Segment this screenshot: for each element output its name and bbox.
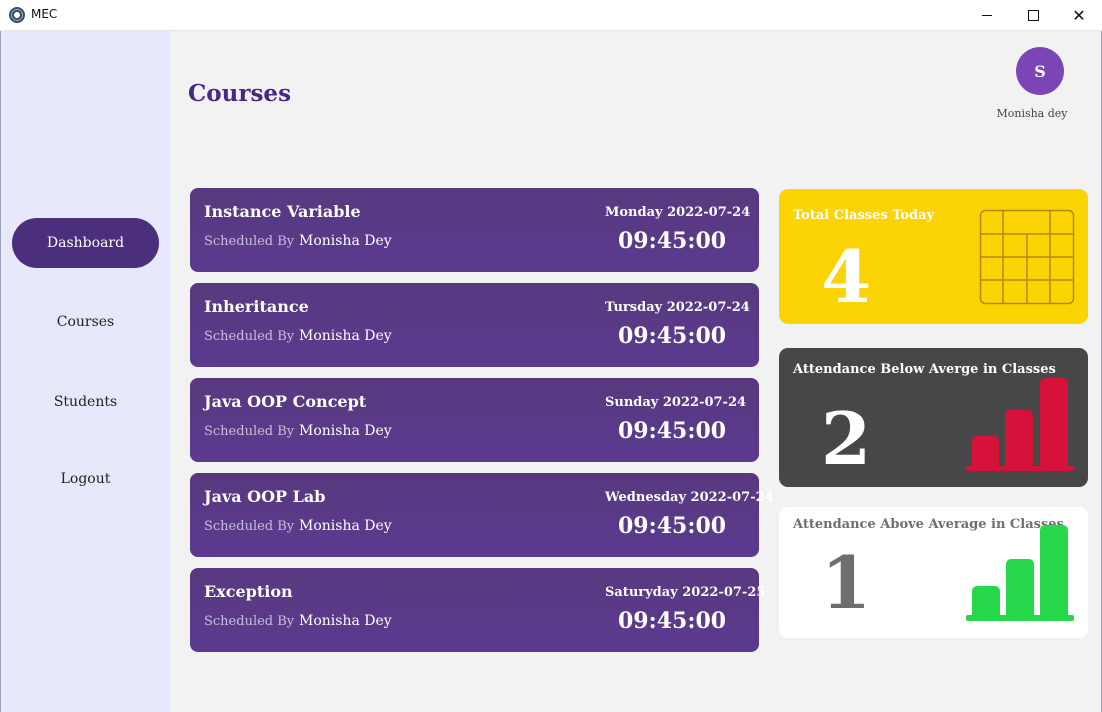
total-classes-today-card: Total Classes Today 4 — [779, 189, 1088, 324]
course-name: Exception — [204, 582, 293, 601]
course-name: Java OOP Concept — [204, 392, 367, 411]
stat-value: 4 — [821, 234, 872, 319]
course-time: 09:45:00 — [618, 513, 727, 539]
scheduled-by-label: Scheduled By — [204, 614, 295, 629]
stat-title: Total Classes Today — [793, 208, 935, 223]
scheduled-by-label: Scheduled By — [204, 424, 295, 439]
course-name: Inheritance — [204, 297, 309, 316]
course-card-instance-variable[interactable]: Instance Variable Scheduled By Monisha D… — [190, 188, 759, 272]
close-icon: ✕ — [1072, 5, 1086, 25]
stat-title: Attendance Below Averge in Classes — [793, 362, 1056, 377]
course-card-java-oop-lab[interactable]: Java OOP Lab Scheduled By Monisha Dey We… — [190, 473, 774, 557]
course-time: 09:45:00 — [618, 323, 727, 349]
user-name: Monisha dey — [996, 107, 1068, 120]
sidebar-item-logout[interactable]: Logout — [12, 454, 159, 504]
scheduled-by-name: Monisha Dey — [299, 518, 392, 534]
stat-value: 2 — [821, 396, 872, 481]
green-bar-chart-icon — [966, 525, 1074, 621]
stat-value: 1 — [821, 540, 872, 625]
course-date: Monday 2022-07-24 — [605, 205, 751, 220]
page-title: Courses — [188, 80, 292, 107]
scheduled-by-label: Scheduled By — [204, 329, 295, 344]
sidebar-item-dashboard[interactable]: Dashboard — [12, 218, 159, 268]
red-bar-chart-icon — [966, 378, 1074, 471]
scheduled-by-label: Scheduled By — [204, 234, 295, 249]
course-time: 09:45:00 — [618, 228, 727, 254]
attendance-below-average-card: Attendance Below Averge in Classes 2 — [779, 348, 1088, 487]
course-card-inheritance[interactable]: Inheritance Scheduled By Monisha Dey Tur… — [190, 283, 759, 367]
app-logo-icon — [9, 7, 25, 23]
sidebar-item-students[interactable]: Students — [12, 377, 159, 427]
course-date: Wednesday 2022-07-24 — [605, 490, 774, 505]
minimize-button[interactable] — [964, 0, 1010, 31]
course-name: Instance Variable — [204, 202, 361, 221]
maximize-icon — [1027, 10, 1039, 21]
scheduled-by-name: Monisha Dey — [299, 423, 392, 439]
course-date: Tursday 2022-07-24 — [605, 300, 750, 315]
course-card-java-oop-concept[interactable]: Java OOP Concept Scheduled By Monisha De… — [190, 378, 759, 462]
sidebar-item-courses[interactable]: Courses — [12, 297, 159, 347]
attendance-above-average-card: Attendance Above Average in Classes 1 — [779, 507, 1088, 638]
sidebar: Dashboard Courses Students Logout — [1, 31, 170, 712]
scheduled-by-label: Scheduled By — [204, 519, 295, 534]
course-date: Saturyday 2022-07-25 — [605, 585, 766, 600]
minimize-icon — [982, 15, 992, 16]
maximize-button[interactable] — [1010, 0, 1056, 31]
scheduled-by-name: Monisha Dey — [299, 328, 392, 344]
title-bar: MEC ✕ — [0, 0, 1102, 31]
calendar-grid-icon — [979, 209, 1075, 305]
scheduled-by-name: Monisha Dey — [299, 233, 392, 249]
course-name: Java OOP Lab — [204, 487, 326, 506]
avatar[interactable]: S — [1016, 47, 1064, 95]
scheduled-by-name: Monisha Dey — [299, 613, 392, 629]
close-button[interactable]: ✕ — [1056, 0, 1102, 31]
course-date: Sunday 2022-07-24 — [605, 395, 747, 410]
window-title: MEC — [31, 7, 58, 21]
course-time: 09:45:00 — [618, 608, 727, 634]
course-time: 09:45:00 — [618, 418, 727, 444]
course-card-exception[interactable]: Exception Scheduled By Monisha Dey Satur… — [190, 568, 765, 652]
